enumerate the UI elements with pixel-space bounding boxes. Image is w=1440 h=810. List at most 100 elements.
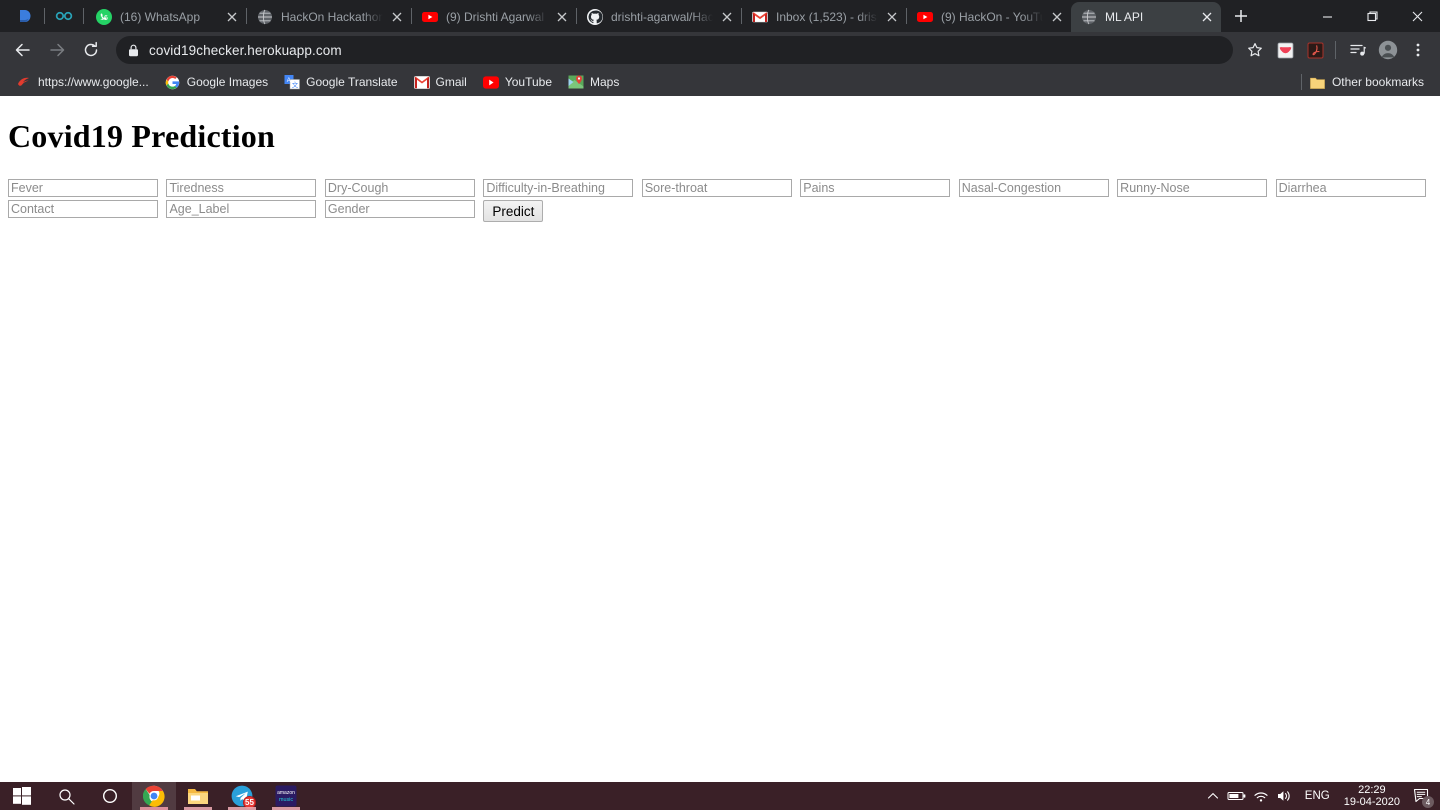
pinned-tab-2[interactable]: [47, 0, 81, 32]
battery-button[interactable]: [1225, 782, 1249, 810]
start-button[interactable]: [0, 782, 44, 810]
age-label-input[interactable]: [166, 200, 317, 218]
windows-logo-icon: [13, 787, 31, 805]
gender-input[interactable]: [324, 200, 475, 218]
nasal-congestion-input[interactable]: [958, 179, 1109, 197]
pinned-separator-2: [83, 8, 84, 24]
back-arrow-icon: [15, 43, 30, 57]
tab-close-icon[interactable]: [1049, 9, 1065, 25]
search-icon: [58, 788, 75, 805]
bookmark-app-launcher[interactable]: https://www.google...: [8, 71, 157, 93]
plus-icon: [1235, 10, 1247, 22]
bookmark-label: Maps: [590, 75, 620, 89]
profile-avatar[interactable]: [1374, 36, 1402, 64]
chrome-menu-button[interactable]: [1404, 36, 1432, 64]
show-hidden-icons-button[interactable]: [1201, 782, 1225, 810]
tab-title: (9) HackOn - YouTube: [941, 10, 1043, 24]
chrome-menu-icon: [1416, 43, 1420, 57]
toolbar-separator: [1335, 41, 1336, 59]
chrome-taskbar-icon: [143, 785, 165, 807]
clock[interactable]: 22:29 19-04-2020: [1338, 782, 1406, 810]
cortana-button[interactable]: [88, 782, 132, 810]
adobe-acrobat-extension-icon: [1307, 42, 1323, 58]
restore-button[interactable]: [1350, 0, 1395, 32]
predict-button[interactable]: Predict: [483, 200, 544, 222]
web-page-content: Covid19 Prediction Predict: [0, 96, 1440, 782]
volume-button[interactable]: [1273, 782, 1297, 810]
tab-title: drishti-agarwal/Hack: [611, 10, 713, 24]
bookmark-google-translate[interactable]: A 文 Google Translate: [276, 71, 405, 93]
svg-text:amazon: amazon: [277, 790, 295, 796]
tab-close-icon[interactable]: [1199, 9, 1215, 25]
media-control-icon[interactable]: [1344, 36, 1372, 64]
close-button[interactable]: [1395, 0, 1440, 32]
browser-tab-ml-api[interactable]: ML API: [1071, 2, 1221, 32]
browser-tab-hackon-hackathon[interactable]: HackOn Hackathon F: [247, 2, 411, 32]
pocket-extension-icon: [1277, 42, 1293, 58]
forward-button[interactable]: [42, 35, 72, 65]
system-tray: ENG 22:29 19-04-2020 4: [1201, 782, 1440, 810]
form-row-demographics: Predict: [8, 200, 1440, 222]
windows-taskbar: 55 amazon music ENG 22:29 19-04-2020 4: [0, 782, 1440, 810]
runny-nose-input[interactable]: [1117, 179, 1268, 197]
telegram-taskbar-button[interactable]: 55: [220, 782, 264, 810]
window-controls: [1305, 0, 1440, 32]
translate-icon: A 文: [284, 74, 300, 90]
minimize-button[interactable]: [1305, 0, 1350, 32]
star-icon: [1248, 43, 1262, 57]
taskbar-apps: 55 amazon music: [0, 782, 308, 810]
bookmark-star-button[interactable]: [1241, 36, 1269, 64]
fever-input[interactable]: [8, 179, 158, 197]
address-bar[interactable]: covid19checker.herokuapp.com: [116, 36, 1233, 64]
tab-close-icon[interactable]: [224, 9, 240, 25]
amazon-music-taskbar-button[interactable]: amazon music: [264, 782, 308, 810]
tab-title: Inbox (1,523) - drisht: [776, 10, 878, 24]
bookmark-gmail[interactable]: Gmail: [406, 71, 475, 93]
back-button[interactable]: [8, 35, 38, 65]
chrome-taskbar-button[interactable]: [132, 782, 176, 810]
browser-tab-gmail-inbox[interactable]: Inbox (1,523) - drisht: [742, 2, 906, 32]
reload-icon: [84, 41, 98, 57]
pains-input[interactable]: [800, 179, 951, 197]
browser-tab-drishti-agarwal-youtube[interactable]: (9) Drishti Agarwal - Y: [412, 2, 576, 32]
prediction-form: Predict: [0, 179, 1440, 222]
notification-center-button[interactable]: 4: [1406, 782, 1436, 810]
svg-text:文: 文: [292, 80, 299, 89]
pocket-extension-icon[interactable]: [1271, 36, 1299, 64]
bookmark-youtube[interactable]: YouTube: [475, 71, 560, 93]
tab-close-icon[interactable]: [554, 9, 570, 25]
youtube-icon: [482, 74, 499, 90]
taskbar-search-button[interactable]: [44, 782, 88, 810]
file-explorer-taskbar-button[interactable]: [176, 782, 220, 810]
tab-close-icon[interactable]: [389, 9, 405, 25]
difficulty-in-breathing-input[interactable]: [483, 179, 634, 197]
browser-tab-whatsapp[interactable]: 16 (16) WhatsApp: [86, 2, 246, 32]
contact-input[interactable]: [8, 200, 158, 218]
browser-tab-github-repo[interactable]: drishti-agarwal/Hack: [577, 2, 741, 32]
tab-close-icon[interactable]: [719, 9, 735, 25]
bookmark-label: Gmail: [435, 75, 467, 89]
bookmark-google-images[interactable]: Google Images: [157, 71, 276, 93]
globe-icon: [258, 9, 272, 25]
bookmark-label: https://www.google...: [38, 75, 149, 89]
sore-throat-input[interactable]: [641, 179, 792, 197]
globe-icon: [1082, 9, 1096, 25]
address-bar-url: covid19checker.herokuapp.com: [149, 42, 342, 58]
wifi-button[interactable]: [1249, 782, 1273, 810]
file-explorer-taskbar-icon: [188, 789, 208, 804]
pinned-tab-1[interactable]: [8, 0, 42, 32]
browser-tab-hackon-youtube[interactable]: (9) HackOn - YouTube: [907, 2, 1071, 32]
other-bookmarks-button[interactable]: Other bookmarks: [1310, 71, 1432, 93]
diarrhea-input[interactable]: [1275, 179, 1426, 197]
bookmark-maps[interactable]: Maps: [560, 71, 627, 93]
reload-button[interactable]: [76, 35, 106, 65]
tab-close-icon[interactable]: [884, 9, 900, 25]
adobe-acrobat-extension-icon[interactable]: [1301, 36, 1329, 64]
youtube-icon: [917, 12, 933, 22]
new-tab-button[interactable]: [1227, 2, 1255, 30]
tiredness-input[interactable]: [166, 179, 317, 197]
pinned-tabs: [0, 0, 86, 32]
telegram-taskbar-icon: 55: [231, 785, 256, 809]
language-indicator[interactable]: ENG: [1297, 790, 1338, 802]
dry-cough-input[interactable]: [324, 179, 475, 197]
